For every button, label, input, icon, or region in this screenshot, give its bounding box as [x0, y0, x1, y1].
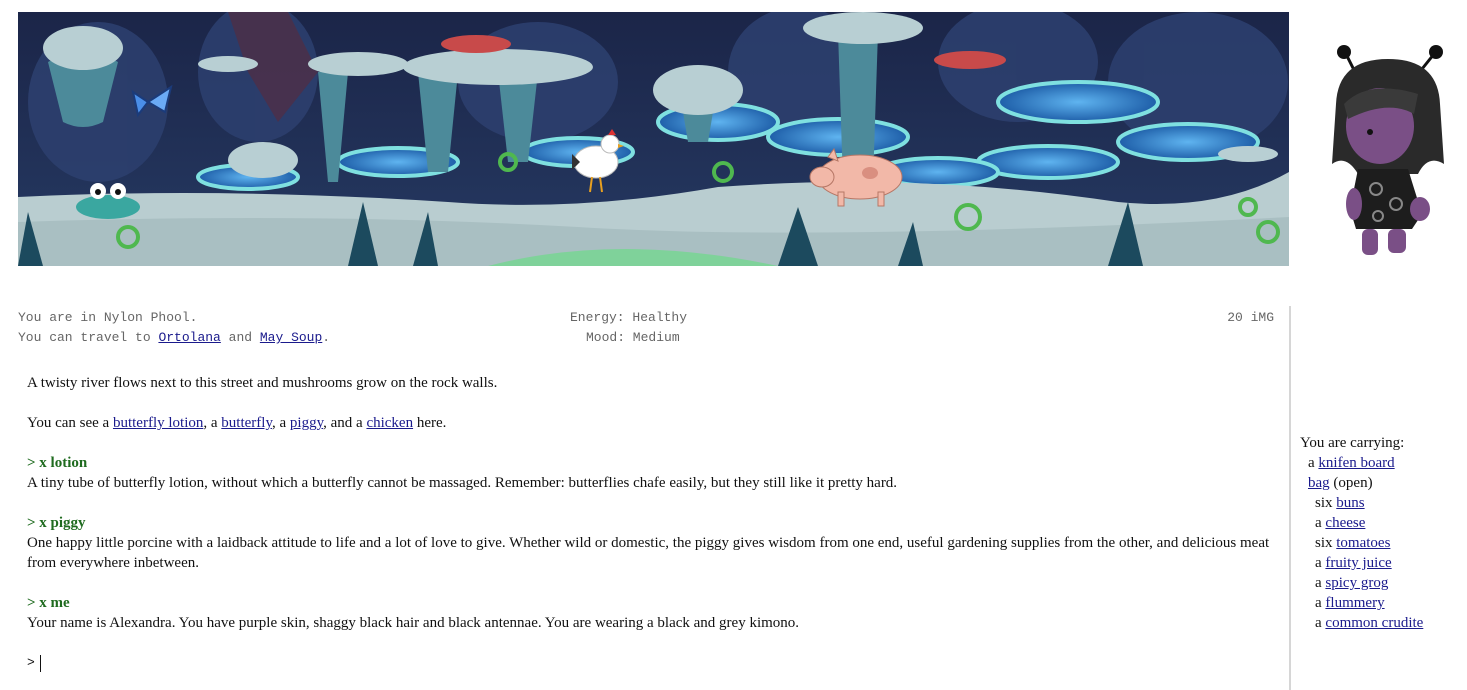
game-transcript: A twisty river flows next to this street… [27, 373, 1277, 673]
inventory-item: a knifen board [1300, 453, 1460, 473]
see-prefix: You can see a [27, 415, 113, 431]
object-link-butterfly[interactable]: butterfly [221, 415, 272, 431]
item-article: six [1315, 535, 1337, 551]
location-line: You are in Nylon Phool. [18, 308, 197, 328]
inventory-item: bag (open) [1300, 473, 1460, 493]
item-suffix: (open) [1329, 475, 1373, 491]
game-response: Your name is Alexandra. You have purple … [27, 615, 800, 631]
travel-line: You can travel to Ortolana and May Soup. [18, 328, 330, 348]
mood-status: Mood: Medium [586, 330, 680, 345]
location-prefix: You are in [18, 310, 104, 325]
inventory-item: a common crudite [1300, 613, 1460, 633]
current-location: Nylon Phool [103, 310, 190, 325]
travel-prefix: You can travel to [18, 330, 159, 345]
inventory-link-cheese[interactable]: cheese [1325, 515, 1365, 531]
inventory-item: a fruity juice [1300, 553, 1460, 573]
visible-objects-line: You can see a butterfly lotion, a butter… [27, 413, 1277, 433]
see-separator: , and a [323, 415, 367, 431]
money-counter: 20 iMG [1227, 310, 1274, 325]
status-bar: You are in Nylon Phool. You can travel t… [18, 308, 1276, 350]
item-article: a [1315, 595, 1326, 611]
item-article: six [1315, 495, 1337, 511]
inventory-panel: You are carrying: a knifen board bag (op… [1300, 433, 1460, 633]
transcript-entry: > x me Your name is Alexandra. You have … [27, 593, 1277, 633]
player-avatar [1318, 44, 1458, 264]
inventory-item: a spicy grog [1300, 573, 1460, 593]
travel-link-ortolana[interactable]: Ortolana [158, 330, 220, 345]
inventory-link-flummery[interactable]: flummery [1325, 595, 1384, 611]
location-banner [18, 12, 1289, 266]
location-suffix: . [189, 310, 198, 325]
inventory-link-spicy-grog[interactable]: spicy grog [1325, 575, 1388, 591]
sidebar-divider [1289, 306, 1291, 690]
game-response: A tiny tube of butterfly lotion, without… [27, 475, 898, 491]
inventory-heading: You are carrying: [1300, 435, 1405, 451]
inventory-item: a flummery [1300, 593, 1460, 613]
inventory-link-knifen-board[interactable]: knifen board [1318, 455, 1394, 471]
inventory-item: six tomatoes [1300, 533, 1460, 553]
object-link-piggy[interactable]: piggy [290, 415, 323, 431]
transcript-entry: > x piggy One happy little porcine with … [27, 513, 1277, 573]
game-response: One happy little porcine with a laidback… [27, 535, 1270, 571]
transcript-entry: > x lotion A tiny tube of butterfly loti… [27, 453, 1277, 493]
text-cursor[interactable] [39, 654, 41, 672]
inventory-item: a cheese [1300, 513, 1460, 533]
energy-status: Energy: Healthy [570, 310, 688, 325]
inventory-link-fruity-juice[interactable]: fruity juice [1325, 555, 1391, 571]
item-article: a [1315, 615, 1326, 631]
see-separator: , a [203, 415, 222, 431]
travel-link-may-soup[interactable]: May Soup [260, 330, 322, 345]
item-article: a [1315, 515, 1326, 531]
see-suffix: here. [413, 415, 447, 431]
banner-scene [18, 12, 1289, 266]
inventory-link-tomatoes[interactable]: tomatoes [1336, 535, 1390, 551]
item-article: a [1315, 575, 1326, 591]
object-link-chicken[interactable]: chicken [366, 415, 413, 431]
inventory-link-bag[interactable]: bag [1308, 475, 1330, 491]
item-article: a [1308, 455, 1319, 471]
travel-suffix: . [322, 330, 331, 345]
see-separator: , a [271, 415, 290, 431]
inventory-link-buns[interactable]: buns [1336, 495, 1364, 511]
room-description: A twisty river flows next to this street… [27, 375, 498, 391]
object-link-butterfly-lotion[interactable]: butterfly lotion [113, 415, 203, 431]
prompt-symbol: > [27, 655, 35, 670]
command-input-line[interactable]: > [27, 653, 1277, 673]
inventory-link-common-crudite[interactable]: common crudite [1325, 615, 1423, 631]
player-command: > x me [27, 595, 70, 611]
inventory-item: six buns [1300, 493, 1460, 513]
player-command: > x lotion [27, 455, 88, 471]
player-command: > x piggy [27, 515, 86, 531]
travel-join: and [220, 330, 260, 345]
item-article: a [1315, 555, 1326, 571]
